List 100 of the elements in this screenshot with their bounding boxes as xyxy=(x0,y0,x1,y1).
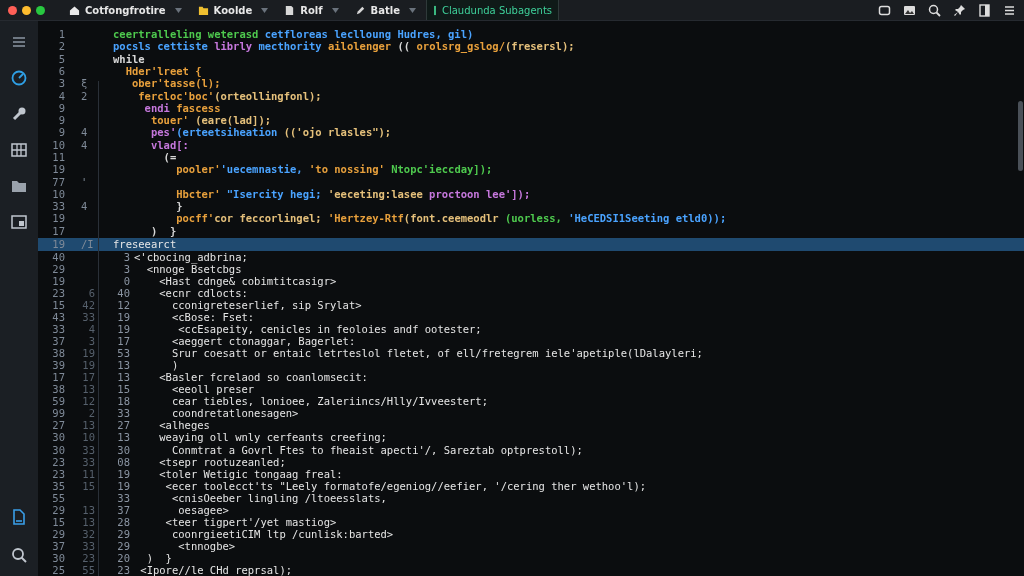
pin-icon[interactable] xyxy=(953,3,966,17)
line-number: 23 xyxy=(117,564,130,576)
gutter-marker: 2 xyxy=(81,89,88,102)
line-number: 19 xyxy=(51,238,65,251)
line-number: 13 xyxy=(117,431,130,444)
grid-icon[interactable] xyxy=(10,141,28,159)
line-number: 29 xyxy=(52,527,65,540)
line-number: 27 xyxy=(52,419,65,432)
code-line: <cnisOeeber lingling /ltoeesslats, xyxy=(170,491,387,504)
line-number: 13 xyxy=(82,515,95,528)
line-number: 5 xyxy=(57,52,65,65)
line-number: 55 xyxy=(82,564,95,576)
code-line: ) } xyxy=(149,224,177,237)
line-number: 20 xyxy=(117,551,130,564)
code-line: pocsls cettiste librly mecthority ailolenger (( orolsrg_gslog/(fresersl); xyxy=(113,40,575,53)
line-number: 3 xyxy=(88,335,95,348)
code-line: <ecer toolecct'ts "Leely formatofe/egeniog//eefier, '/cering ther wethoo'l); xyxy=(164,479,647,492)
document-icon[interactable] xyxy=(10,508,28,526)
line-number: 1 xyxy=(57,28,65,41)
search-icon[interactable] xyxy=(10,546,28,564)
code-line: (= xyxy=(163,150,177,163)
code-line: pocff'cor feccorlingel; 'Hertzey-Rtf(font.ceemeodlr (uorless, 'HeCEDSI1Seeting etld0)); xyxy=(175,212,727,225)
gutter-marker: 4 xyxy=(81,126,88,139)
line-number: 33 xyxy=(82,455,95,468)
line-number: 3 xyxy=(123,262,130,275)
line-number: 37 xyxy=(52,539,65,552)
line-number: 13 xyxy=(82,383,95,396)
editor-tab[interactable]: Claudunda Subagents xyxy=(426,0,560,20)
line-number: 10 xyxy=(51,187,65,200)
line-number: 40 xyxy=(117,286,130,299)
line-number: 17 xyxy=(117,335,130,348)
line-number: 19 xyxy=(52,274,65,287)
line-number: 35 xyxy=(52,479,65,492)
line-number: 4 xyxy=(57,89,65,102)
code-line: fercloc'boc'(orteollingfonl); xyxy=(137,89,322,102)
gutter-marker: /I xyxy=(81,238,94,251)
code-line: <tsepr rootuzeanled; xyxy=(158,455,286,468)
code-line: <aeggert ctonaggar, Bagerlet: xyxy=(170,335,356,348)
code-line: endi fascess xyxy=(143,101,221,114)
line-number: 30 xyxy=(52,431,65,444)
line-number: 42 xyxy=(82,298,95,311)
line-number: 29 xyxy=(52,503,65,516)
editor-tab[interactable]: Cotfongfrotire xyxy=(63,0,188,20)
line-number: 15 xyxy=(82,479,95,492)
image-icon[interactable] xyxy=(903,3,916,17)
line-number: 10 xyxy=(82,431,95,444)
wrench-icon[interactable] xyxy=(10,105,28,123)
line-number: 33 xyxy=(82,311,95,323)
editor-tab[interactable]: Rolf xyxy=(278,0,345,20)
line-number: 17 xyxy=(82,371,95,384)
editor-tab[interactable]: Batle xyxy=(348,0,422,20)
line-number: 33 xyxy=(52,323,65,336)
editor-tab[interactable]: Koolde xyxy=(191,0,275,20)
line-number: 0 xyxy=(123,274,130,287)
menu-icon[interactable] xyxy=(1003,3,1016,17)
line-number: 59 xyxy=(52,395,65,408)
window-icon[interactable] xyxy=(10,213,28,231)
line-number: 39 xyxy=(52,359,65,372)
code-line: coondretatlonesagen> xyxy=(170,407,299,420)
panel-icon[interactable] xyxy=(978,3,991,17)
code-line: pes'(erteetsiheation (('ojo rlasles"); xyxy=(149,126,392,139)
line-number: 12 xyxy=(117,298,130,311)
line-number: 19 xyxy=(51,212,65,225)
window-icon[interactable] xyxy=(878,3,891,17)
search-icon[interactable] xyxy=(928,3,941,17)
scrollbar[interactable] xyxy=(1018,101,1023,171)
line-number: 9 xyxy=(57,101,65,114)
line-number: 25 xyxy=(52,564,65,576)
code-line: <Hast cdnge& cobimtitcasigr> xyxy=(159,274,337,287)
code-line: Conmtrat a Govrl Ftes to fheaist apecti'/, Sareztab optprestoll); xyxy=(170,443,583,456)
line-number: 12 xyxy=(82,395,95,408)
line-number: 30 xyxy=(52,443,65,456)
code-line: <teer tigpert'/yet mastiog> xyxy=(164,515,337,528)
code-line: Hder'lreet { xyxy=(124,65,202,77)
line-number: 10 xyxy=(51,138,65,151)
code-line: cear tiebles, lonioee, Zaleriincs/Hlly/Ivveestert; xyxy=(170,395,488,408)
line-number: 23 xyxy=(52,455,65,468)
caret-icon xyxy=(331,7,339,13)
code-line: while xyxy=(113,52,145,65)
line-number: 17 xyxy=(51,224,65,237)
line-number: 33 xyxy=(82,539,95,552)
code-line: vlad[: xyxy=(149,138,189,151)
code-line: weaying oll wnly cerfeants creefing; xyxy=(158,431,387,444)
line-number: 30 xyxy=(52,551,65,564)
line-number: 17 xyxy=(52,371,65,384)
code-line: } xyxy=(175,200,183,213)
line-number: 9 xyxy=(57,114,65,127)
code-line: ober'tasse(l); xyxy=(130,77,221,90)
line-number: 33 xyxy=(82,443,95,456)
line-number: 2 xyxy=(57,40,65,53)
code-line: <eeoll preser xyxy=(170,383,255,396)
code-line: ) xyxy=(170,359,179,372)
line-number: 13 xyxy=(117,371,130,384)
gutter-marker: 4 xyxy=(81,138,88,151)
line-number: 2 xyxy=(88,407,95,420)
line-number: 6 xyxy=(88,286,95,299)
gutter-marker: 4 xyxy=(81,200,88,213)
line-number: 30 xyxy=(117,443,130,456)
line-number: 18 xyxy=(117,395,130,408)
line-number: 15 xyxy=(117,383,130,396)
